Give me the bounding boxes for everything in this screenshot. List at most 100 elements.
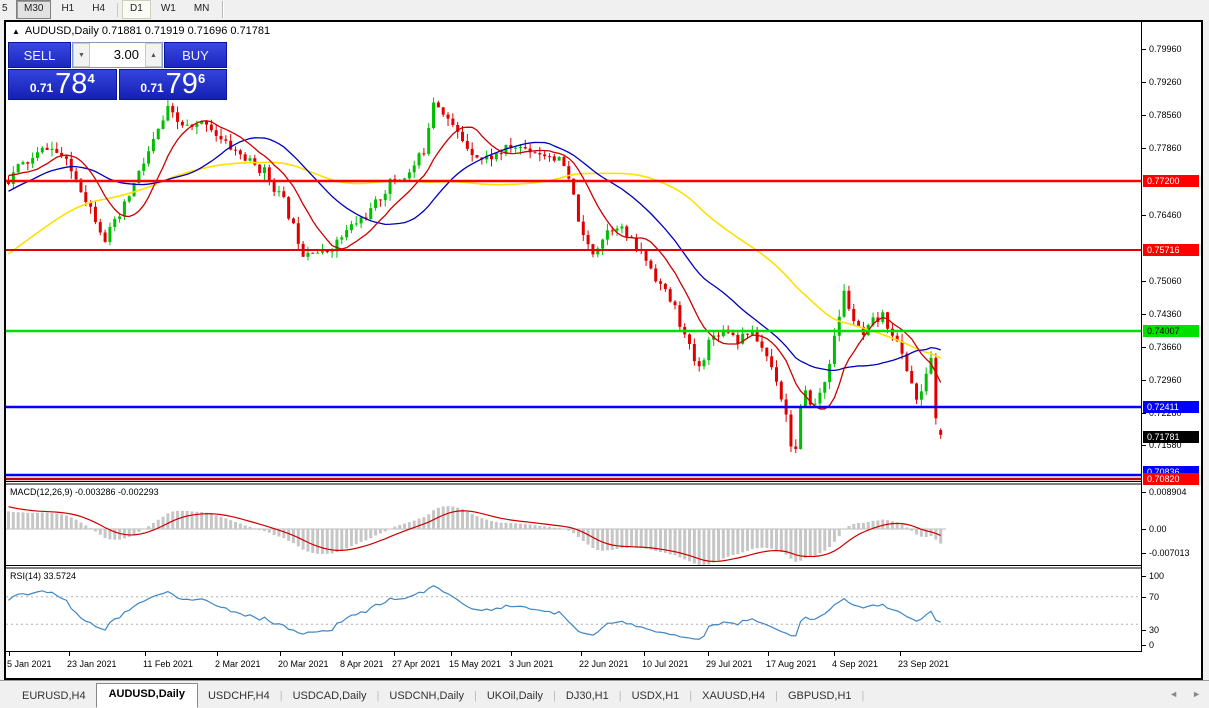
price-chart-svg[interactable]	[6, 22, 1141, 652]
rsi-tick-0: 0	[1149, 640, 1155, 650]
timeframe-button-5[interactable]: 5	[1, 0, 14, 19]
tab-dj30-h1[interactable]: DJ30,H1	[556, 685, 619, 708]
timeframe-toolbar: 5 M30 H1 H4 D1 W1 MN	[0, 0, 1209, 19]
price-tick-0-79260: 0.79260	[1149, 77, 1182, 87]
sell-button[interactable]: SELL	[8, 42, 71, 68]
tab-separator: |	[861, 690, 865, 702]
timeframe-button-d1[interactable]: D1	[122, 0, 151, 19]
rsi-indicator-label: RSI(14) 33.5724	[10, 571, 77, 581]
tab-usdcad-daily[interactable]: USDCAD,Daily	[283, 685, 377, 708]
date-tickmark	[451, 652, 452, 656]
price-tick-0-75060: 0.75060	[1149, 276, 1182, 286]
date-tickmark	[342, 652, 343, 656]
date-tickmark	[217, 652, 218, 656]
date-tickmark	[768, 652, 769, 656]
date-tickmark	[834, 652, 835, 656]
price-tick-0-73660: 0.73660	[1149, 342, 1182, 352]
volume-increase-icon[interactable]: ▲	[145, 43, 162, 67]
date-label-5-jan-2021: 5 Jan 2021	[7, 659, 52, 669]
date-label-8-apr-2021: 8 Apr 2021	[340, 659, 384, 669]
timeframe-button-m30[interactable]: M30	[16, 0, 52, 19]
sell-price-quote[interactable]: 0.71 78 4	[8, 69, 117, 100]
tab-usdchf-h4[interactable]: USDCHF,H4	[198, 685, 280, 708]
tab-xauusd-h4[interactable]: XAUUSD,H4	[692, 685, 775, 708]
date-tickmark	[280, 652, 281, 656]
price-tick-0-71580-tickmark	[1142, 445, 1146, 446]
date-tickmark	[145, 652, 146, 656]
date-label-3-jun-2021: 3 Jun 2021	[509, 659, 554, 669]
date-tickmark	[69, 652, 70, 656]
date-label-2-mar-2021: 2 Mar 2021	[215, 659, 261, 669]
date-tickmark	[511, 652, 512, 656]
date-label-23-sep-2021: 23 Sep 2021	[898, 659, 950, 669]
date-label-20-mar-2021: 20 Mar 2021	[278, 659, 329, 669]
macd-tick-0-008904-tickmark	[1142, 492, 1146, 493]
sell-price-prefix: 0.71	[29, 81, 54, 95]
date-label-22-jun-2021: 22 Jun 2021	[579, 659, 629, 669]
rsi-tick-30-tickmark	[1142, 630, 1146, 631]
date-label-4-sep-2021: 4 Sep 2021	[832, 659, 879, 669]
buy-price-big: 79	[165, 68, 198, 100]
macd-tick-0-008904: 0.008904	[1149, 487, 1187, 497]
price-level-label-0-77200: 0.77200	[1143, 175, 1199, 187]
chart-symbol-header: ▲ AUDUSD,Daily 0.71881 0.71919 0.71696 0…	[12, 25, 270, 37]
price-tick-0-78560-tickmark	[1142, 115, 1146, 116]
price-level-label-0-70820: 0.70820	[1143, 473, 1199, 485]
price-tick-0-72960: 0.72960	[1149, 375, 1182, 385]
timeframe-button-mn[interactable]: MN	[186, 0, 218, 19]
rsi-tick-0-tickmark	[1142, 645, 1146, 646]
timeframe-button-h4[interactable]: H4	[84, 0, 113, 19]
chart-area[interactable]: ▲ AUDUSD,Daily 0.71881 0.71919 0.71696 0…	[6, 22, 1201, 678]
macd-tick-0-007013-tickmark	[1142, 553, 1146, 554]
volume-value[interactable]: 3.00	[90, 43, 145, 67]
tab-scroll-controls: ◄ ►	[1169, 689, 1201, 699]
macd-indicator-label: MACD(12,26,9) -0.003286 -0.002293	[10, 487, 159, 497]
price-tick-0-74360: 0.74360	[1149, 309, 1182, 319]
tab-eurusd-h4[interactable]: EURUSD,H4	[12, 685, 96, 708]
price-tick-0-77860-tickmark	[1142, 148, 1146, 149]
toolbar-group-edge	[222, 1, 224, 18]
collapse-triangle-icon[interactable]: ▲	[12, 27, 20, 36]
date-tickmark	[708, 652, 709, 656]
price-tick-0-73660-tickmark	[1142, 347, 1146, 348]
tab-gbpusd-h1[interactable]: GBPUSD,H1	[778, 685, 862, 708]
date-tickmark	[394, 652, 395, 656]
volume-decrease-icon[interactable]: ▼	[73, 43, 90, 67]
chart-window: ▲ AUDUSD,Daily 0.71881 0.71919 0.71696 0…	[4, 20, 1203, 680]
rsi-tick-70-tickmark	[1142, 597, 1146, 598]
price-level-label-0-71781: 0.71781	[1143, 431, 1199, 443]
buy-price-quote[interactable]: 0.71 79 6	[118, 68, 227, 100]
price-level-label-0-72411: 0.72411	[1143, 401, 1199, 413]
tab-scroll-right-icon[interactable]: ►	[1192, 689, 1201, 699]
price-tick-0-74360-tickmark	[1142, 314, 1146, 315]
tab-usdcnh-daily[interactable]: USDCNH,Daily	[379, 685, 474, 708]
buy-price-sup: 6	[197, 71, 206, 86]
price-tick-0-79960: 0.79960	[1149, 44, 1182, 54]
tab-audusd-daily[interactable]: AUDUSD,Daily	[95, 683, 198, 708]
price-axis-panel[interactable]: 0.79960 0.79260 0.78560 0.77860 0.76460 0.750…	[1141, 22, 1201, 652]
buy-button[interactable]: BUY	[164, 42, 227, 68]
price-tick-0-76460-tickmark	[1142, 215, 1146, 216]
sell-price-big: 78	[55, 68, 88, 100]
date-label-11-feb-2021: 11 Feb 2021	[143, 659, 193, 669]
price-tick-0-75060-tickmark	[1142, 281, 1146, 282]
price-tick-0-72280-tickmark	[1142, 413, 1146, 414]
tab-usdx-h1[interactable]: USDX,H1	[622, 685, 690, 708]
date-axis[interactable]: 5 Jan 2021 23 Jan 2021 11 Feb 2021 2 Mar 20…	[6, 652, 1201, 678]
date-label-17-aug-2021: 17 Aug 2021	[766, 659, 817, 669]
date-label-27-apr-2021: 27 Apr 2021	[392, 659, 441, 669]
macd-tick-0-00-tickmark	[1142, 529, 1146, 530]
price-tick-0-79260-tickmark	[1142, 82, 1146, 83]
price-level-label-0-75716: 0.75716	[1143, 244, 1199, 256]
macd-tick-0-00: 0.00	[1149, 524, 1167, 534]
timeframe-button-h1[interactable]: H1	[53, 0, 82, 19]
date-tickmark	[9, 652, 10, 656]
one-click-trade-panel: SELL ▼ 3.00 ▲ BUY 0.71 78 4 0.71 79 6	[8, 42, 227, 100]
timeframe-button-w1[interactable]: W1	[153, 0, 184, 19]
date-tickmark	[900, 652, 901, 656]
price-tick-0-72960-tickmark	[1142, 380, 1146, 381]
macd-tick-0-007013: -0.007013	[1149, 548, 1190, 558]
tab-ukoil-daily[interactable]: UKOil,Daily	[477, 685, 553, 708]
date-tickmark	[644, 652, 645, 656]
tab-scroll-left-icon[interactable]: ◄	[1169, 689, 1178, 699]
